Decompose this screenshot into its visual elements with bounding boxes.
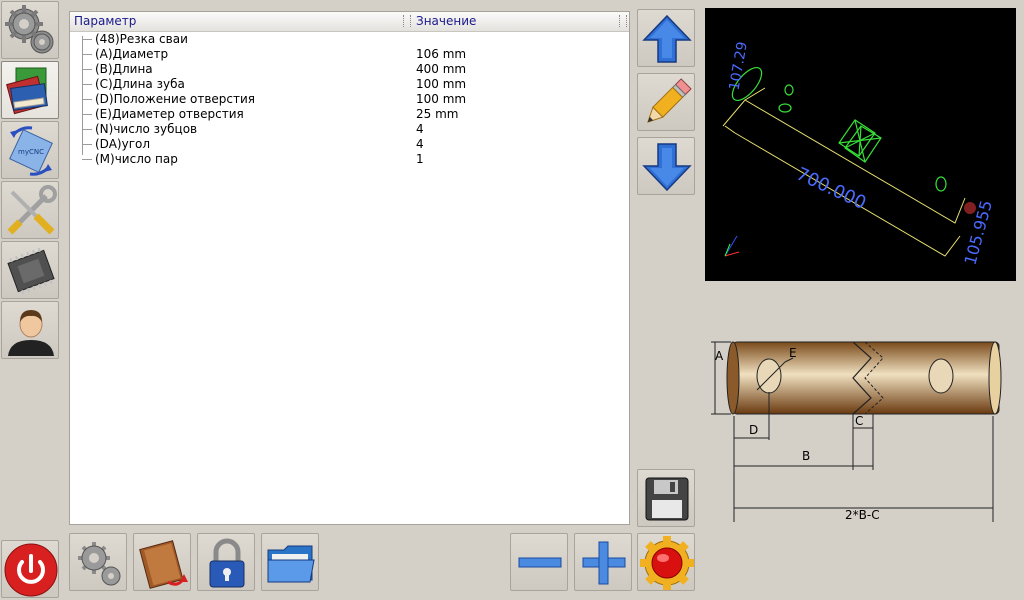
sidebar-item-tools[interactable] (1, 181, 59, 239)
lock-button[interactable] (197, 533, 255, 591)
row-value[interactable]: 4 (416, 122, 424, 136)
dim-label-left: 107.29 (727, 41, 751, 92)
plus-icon (582, 541, 626, 585)
svg-text:myCNC: myCNC (18, 148, 44, 156)
tree-row-angle[interactable]: (DA)угол 4 (70, 137, 629, 152)
tree-row-diameter[interactable]: (A)Диаметр 106 mm (70, 47, 629, 62)
row-value[interactable]: 100 mm (416, 92, 466, 106)
sketch-label-e: E (789, 346, 797, 360)
gears-icon (78, 542, 121, 586)
row-label: (M)число пар (95, 152, 178, 166)
books-icon (6, 67, 48, 115)
row-value[interactable]: 1 (416, 152, 424, 166)
row-label: (B)Длина (95, 62, 153, 76)
column-resize-handle[interactable] (403, 15, 411, 27)
row-label: (A)Диаметр (95, 47, 169, 61)
row-value[interactable]: 25 mm (416, 107, 458, 121)
user-icon (8, 310, 54, 356)
column-resize-handle-end[interactable] (619, 15, 627, 27)
row-label: (D)Положение отверстия (95, 92, 256, 106)
row-label: (C)Длина зуба (95, 77, 185, 91)
dim-label-length: 700.000 (793, 163, 869, 213)
mycnc-rotate-icon: myCNC (9, 126, 53, 176)
sketch-label-b: B (802, 449, 810, 463)
sidebar-item-hardware[interactable] (1, 241, 59, 299)
plus-button[interactable] (574, 533, 632, 591)
tree-row-hole-position[interactable]: (D)Положение отверстия 100 mm (70, 92, 629, 107)
tooth-cut-path (731, 67, 947, 192)
bottom-settings-button[interactable] (69, 533, 127, 591)
tree-row-length[interactable]: (B)Длина 400 mm (70, 62, 629, 77)
tree-row-hole-diameter[interactable]: (E)Диаметер отверстия 25 mm (70, 107, 629, 122)
pencil-icon (647, 78, 692, 123)
row-value[interactable]: 100 mm (416, 77, 466, 91)
floppy-disk-icon (645, 477, 689, 521)
edit-button[interactable] (637, 73, 695, 131)
minus-icon (518, 557, 562, 568)
tree-row-pairs[interactable]: (M)число пар 1 (70, 152, 629, 167)
folder-icon (267, 545, 315, 583)
move-down-button[interactable] (637, 137, 695, 195)
book-back-icon (139, 540, 188, 589)
tree-header: Параметр Значение (70, 12, 629, 32)
tree-row-teeth-count[interactable]: (N)число зубцов 4 (70, 122, 629, 137)
sketch-label-c: C (855, 414, 863, 428)
column-header-parameter[interactable]: Параметр (74, 14, 136, 28)
arrow-down-icon (642, 143, 692, 192)
row-value[interactable]: 4 (416, 137, 424, 151)
open-folder-button[interactable] (261, 533, 319, 591)
sidebar-item-user[interactable] (1, 301, 59, 359)
row-label: (E)Диаметер отверстия (95, 107, 244, 121)
column-header-value[interactable]: Значение (416, 14, 476, 28)
gears-icon (5, 5, 54, 54)
tree-row-root[interactable]: (48)Резка сваи (70, 32, 629, 47)
chip-icon (7, 247, 55, 295)
gear-record-icon (640, 536, 694, 590)
sketch-label-d: D (749, 423, 758, 437)
minus-button[interactable] (510, 533, 568, 591)
sidebar-item-library[interactable] (1, 61, 59, 119)
row-value[interactable]: 400 mm (416, 62, 466, 76)
toolpath-preview[interactable]: 107.29 700.000 105.955 (705, 8, 1016, 281)
row-label: (48)Резка сваи (95, 32, 188, 46)
sidebar-item-mycnc[interactable]: myCNC (1, 121, 59, 179)
row-label: (N)число зубцов (95, 122, 198, 136)
tree-row-tooth-length[interactable]: (C)Длина зуба 100 mm (70, 77, 629, 92)
move-up-button[interactable] (637, 9, 695, 67)
parameter-tree[interactable]: Параметр Значение (48)Резка сваи (A)Диам… (69, 11, 630, 525)
run-button[interactable] (637, 533, 695, 591)
save-button[interactable] (637, 469, 695, 527)
bottom-book-button[interactable] (133, 533, 191, 591)
row-label: (DA)угол (95, 137, 151, 151)
row-value[interactable]: 106 mm (416, 47, 466, 61)
tools-icon (7, 185, 57, 235)
sketch-label-a: A (715, 349, 724, 363)
power-button[interactable] (1, 540, 59, 598)
pile-sketch: A E C D B 2*B-C (705, 330, 1017, 530)
sketch-label-total: 2*B-C (845, 508, 880, 522)
sidebar-item-settings[interactable] (1, 1, 59, 59)
arrow-up-icon (642, 14, 692, 63)
lock-icon (209, 538, 245, 588)
power-icon (4, 543, 58, 597)
